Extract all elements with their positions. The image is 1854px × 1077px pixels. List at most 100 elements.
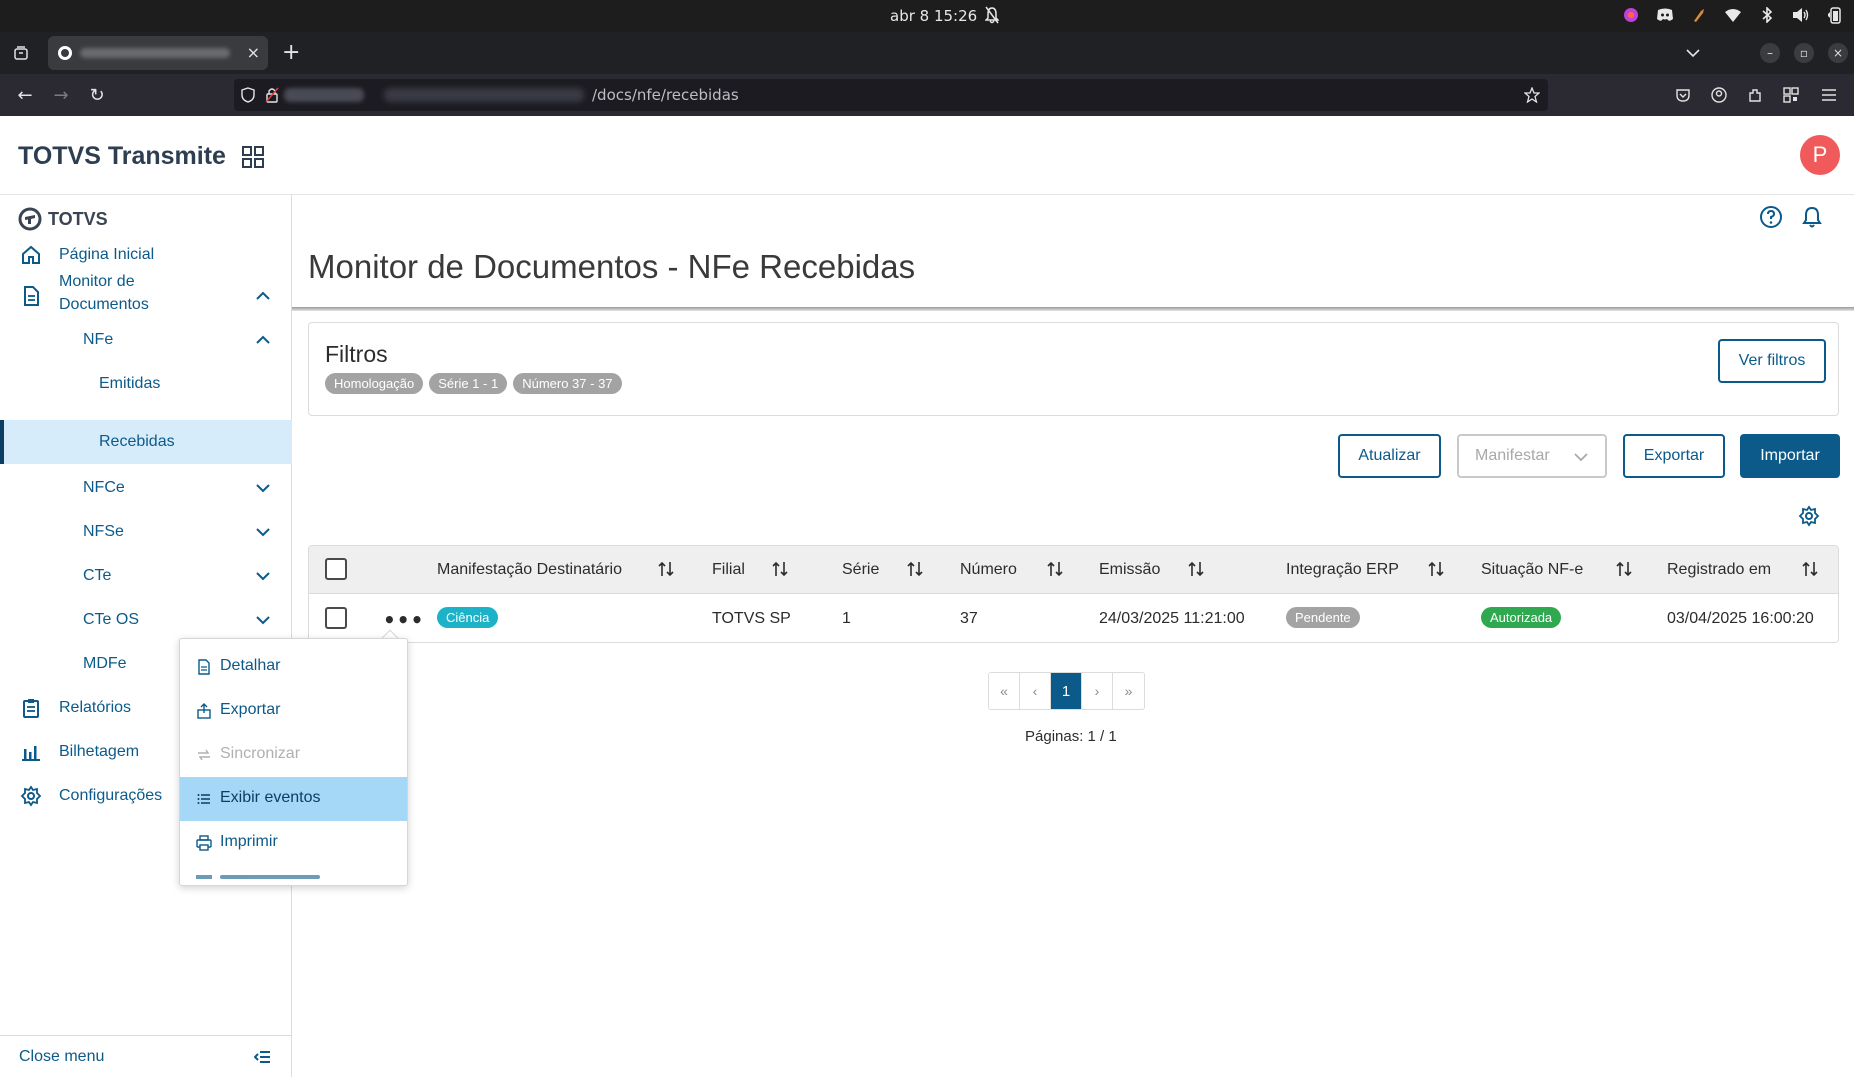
back-arrow-icon[interactable]: ← bbox=[14, 84, 36, 106]
os-clock[interactable]: abr 8 15:26 bbox=[890, 7, 977, 25]
sidebar-item-label: Configurações bbox=[59, 787, 163, 804]
url-bar[interactable]: /docs/nfe/recebidas bbox=[234, 79, 1548, 111]
sort-icon[interactable] bbox=[1187, 560, 1205, 578]
pocket-icon[interactable] bbox=[1672, 84, 1694, 106]
sidebar-item-nfce[interactable]: NFCe bbox=[0, 475, 292, 501]
table-settings-gear-icon[interactable] bbox=[1798, 505, 1820, 527]
menu-item-detalhar[interactable]: Detalhar bbox=[180, 645, 407, 689]
shield-icon[interactable] bbox=[240, 87, 256, 103]
sidebar-item-monitor-documentos[interactable]: Monitor de Documentos bbox=[0, 273, 292, 319]
bookmark-star-icon[interactable] bbox=[1524, 87, 1540, 103]
filters-card: Filtros Homologação Série 1 - 1 Número 3… bbox=[308, 322, 1839, 416]
hamburger-menu-icon[interactable] bbox=[1818, 84, 1840, 106]
sidebar-item-nfe[interactable]: NFe bbox=[0, 327, 292, 353]
sort-icon[interactable] bbox=[1427, 560, 1445, 578]
tab-list-chevron-icon[interactable] bbox=[1682, 42, 1704, 64]
sort-icon[interactable] bbox=[1046, 560, 1064, 578]
account-icon[interactable] bbox=[1708, 84, 1730, 106]
menu-item-imprimir[interactable]: Imprimir bbox=[180, 821, 407, 865]
column-header-numero[interactable]: Número bbox=[960, 561, 1017, 579]
lock-icon[interactable] bbox=[264, 87, 280, 103]
window-minimize-icon[interactable]: – bbox=[1760, 43, 1780, 63]
sort-icon[interactable] bbox=[906, 560, 924, 578]
close-menu-button[interactable]: Close menu bbox=[0, 1035, 292, 1077]
extensions-icon[interactable] bbox=[1744, 84, 1766, 106]
discord-icon[interactable] bbox=[1656, 6, 1674, 24]
battery-icon[interactable] bbox=[1826, 6, 1844, 24]
window-maximize-icon[interactable]: ▫ bbox=[1794, 43, 1814, 63]
bar-chart-icon bbox=[22, 746, 40, 761]
bell-icon[interactable] bbox=[1800, 205, 1824, 229]
sidebar-item-nfse[interactable]: NFSe bbox=[0, 519, 292, 545]
url-path-text[interactable]: /docs/nfe/recebidas bbox=[592, 86, 739, 104]
unknown-tray-icon[interactable] bbox=[1690, 6, 1708, 24]
column-header-integracao-erp[interactable]: Integração ERP bbox=[1286, 561, 1399, 579]
refresh-button[interactable]: Atualizar bbox=[1338, 434, 1441, 478]
system-tray bbox=[1622, 6, 1844, 24]
menu-item-exportar[interactable]: Exportar bbox=[180, 689, 407, 733]
column-header-manifestacao[interactable]: Manifestação Destinatário bbox=[437, 561, 622, 579]
bluetooth-icon[interactable] bbox=[1758, 6, 1776, 24]
browser-tab-active[interactable]: × bbox=[48, 36, 268, 70]
column-header-serie[interactable]: Série bbox=[842, 561, 879, 579]
column-header-situacao[interactable]: Situação NF-e bbox=[1481, 561, 1583, 579]
menu-item-label: Sincronizar bbox=[220, 745, 301, 762]
cut-off-menu-label bbox=[220, 875, 320, 879]
collapse-menu-icon bbox=[254, 1051, 270, 1063]
pagination-page-button[interactable]: 1 bbox=[1051, 673, 1082, 709]
sidebar-item-cte-os[interactable]: CTe OS bbox=[0, 607, 292, 633]
sidebar-item-nfe-emitidas[interactable]: Emitidas bbox=[0, 371, 292, 397]
chevron-up-icon[interactable] bbox=[254, 287, 272, 305]
window-close-icon[interactable]: × bbox=[1828, 43, 1848, 63]
column-header-filial[interactable]: Filial bbox=[712, 561, 745, 579]
chevron-down-icon[interactable] bbox=[254, 479, 272, 497]
volume-icon[interactable] bbox=[1792, 6, 1810, 24]
gear-icon bbox=[20, 785, 42, 807]
sort-icon[interactable] bbox=[1615, 560, 1633, 578]
tab-overview-icon[interactable] bbox=[10, 42, 32, 64]
brand-name: TOTVS bbox=[48, 208, 108, 229]
chevron-down-icon[interactable] bbox=[254, 567, 272, 585]
select-all-checkbox[interactable] bbox=[325, 558, 347, 580]
reload-icon[interactable]: ↻ bbox=[86, 84, 108, 106]
qr-code-icon[interactable] bbox=[1780, 84, 1802, 106]
view-filters-button[interactable]: Ver filtros bbox=[1718, 339, 1826, 383]
filter-chip: Homologação bbox=[325, 373, 424, 394]
pagination-prev-button[interactable]: ‹ bbox=[1020, 673, 1051, 709]
chevron-up-icon[interactable] bbox=[254, 331, 272, 349]
sort-icon[interactable] bbox=[771, 560, 789, 578]
manifest-dropdown-label: Manifestar bbox=[1475, 447, 1550, 464]
wifi-icon[interactable] bbox=[1724, 6, 1742, 24]
column-header-registrado[interactable]: Registrado em bbox=[1667, 561, 1771, 579]
import-button[interactable]: Importar bbox=[1740, 434, 1840, 478]
tab-close-icon[interactable]: × bbox=[247, 43, 260, 62]
user-avatar[interactable]: P bbox=[1800, 135, 1840, 175]
help-icon[interactable] bbox=[1759, 205, 1783, 229]
pagination-last-button[interactable]: » bbox=[1113, 673, 1144, 709]
sidebar-item-nfe-recebidas[interactable]: Recebidas bbox=[0, 420, 292, 464]
sidebar-item-cte[interactable]: CTe bbox=[0, 563, 292, 589]
pagination: « ‹ 1 › » bbox=[988, 672, 1145, 710]
pagination-next-button[interactable]: › bbox=[1082, 673, 1113, 709]
cell-serie: 1 bbox=[842, 610, 851, 627]
column-header-emissao[interactable]: Emissão bbox=[1099, 561, 1160, 579]
sort-icon[interactable] bbox=[1801, 560, 1819, 578]
pagination-first-button[interactable]: « bbox=[989, 673, 1020, 709]
table-row[interactable]: ••• Ciência TOTVS SP 1 37 24/03/2025 11:… bbox=[309, 594, 1838, 642]
new-tab-icon[interactable]: + bbox=[282, 40, 300, 65]
row-checkbox[interactable] bbox=[325, 607, 347, 629]
sidebar-item-pagina-inicial[interactable]: Página Inicial bbox=[0, 242, 292, 268]
manifest-dropdown[interactable]: Manifestar bbox=[1457, 434, 1607, 478]
menu-item-partially-hidden[interactable] bbox=[180, 865, 407, 885]
sidebar-item-label: NFCe bbox=[83, 479, 125, 496]
cell-numero: 37 bbox=[960, 610, 978, 627]
export-button[interactable]: Exportar bbox=[1623, 434, 1725, 478]
app-indicator-icon[interactable] bbox=[1622, 6, 1640, 24]
chevron-down-icon[interactable] bbox=[254, 611, 272, 629]
apps-grid-icon[interactable] bbox=[242, 146, 264, 168]
forward-arrow-icon[interactable]: → bbox=[50, 84, 72, 106]
chevron-down-icon[interactable] bbox=[254, 523, 272, 541]
menu-item-exibir-eventos[interactable]: Exibir eventos bbox=[180, 777, 407, 821]
notification-bell-icon[interactable] bbox=[985, 6, 999, 24]
sort-icon[interactable] bbox=[657, 560, 675, 578]
